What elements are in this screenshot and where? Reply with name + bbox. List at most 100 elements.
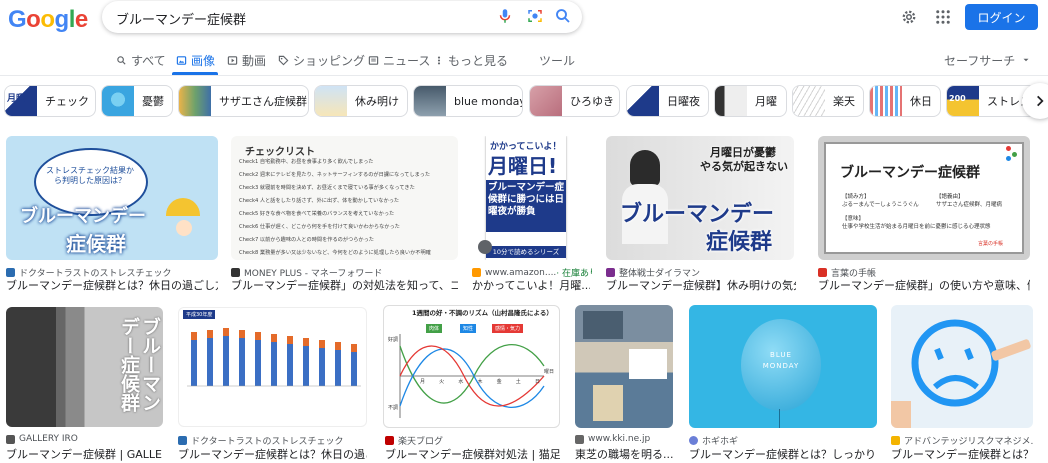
image-icon: [176, 55, 187, 65]
chip-monday[interactable]: 月曜: [714, 85, 787, 117]
chip-rakuten[interactable]: 楽天: [792, 85, 864, 117]
marker-dot-icon: [1006, 146, 1011, 151]
result-image-4[interactable]: 月曜日が憂鬱 やる気が起きない ブルーマンデー 症候群: [606, 136, 794, 260]
result-title-7[interactable]: ブルーマンデー症候群とは？休日の過ご...: [178, 446, 367, 462]
favicon-icon: [472, 268, 481, 277]
sad-face-drawing-icon: [891, 319, 1031, 428]
reading-text: ぶるーまんでーしょうこうぐん: [842, 202, 919, 208]
result-image-9[interactable]: [575, 305, 673, 428]
marker-dot-icon: [1006, 156, 1011, 161]
favicon-icon: [178, 436, 187, 445]
result-image-2[interactable]: チェックリスト Check1 自宅勤務中、お昼を食事より多く飲んでしまった Ch…: [231, 136, 458, 260]
tab-all-label: すべて: [131, 53, 166, 68]
thumb-headline: ブルーマンデー: [20, 206, 146, 227]
result-source-9: www.kki.ne.jp: [575, 434, 673, 444]
tab-all[interactable]: すべて: [116, 50, 166, 70]
settings-gear-icon[interactable]: [900, 8, 918, 26]
chip-sazae-syndrome[interactable]: サザエさん症候群: [178, 85, 309, 117]
weekday-label: 土: [515, 379, 521, 385]
search-icon[interactable]: [554, 7, 572, 25]
result-image-11[interactable]: [891, 305, 1033, 428]
result-title-8[interactable]: ブルーマンデー症候群対処法 | 猫足...: [385, 446, 560, 462]
result-image-8[interactable]: 1週間の好・不調のリズム（山村昌隆氏による） 肉体 知性 感情・気力 好調 不調…: [383, 305, 560, 428]
thumb-headline: ブルーマンデー症候群: [118, 317, 161, 412]
apps-grid-icon[interactable]: [934, 8, 952, 26]
weekday-label: 日: [534, 379, 540, 385]
checklist-item: Check1 自宅勤務中、お昼を食事より多く飲んでしまった: [239, 159, 374, 165]
tab-videos[interactable]: 動画: [227, 50, 266, 70]
chip-check[interactable]: 月曜日! チェック: [4, 85, 96, 117]
result-image-10[interactable]: BLUE MONDAY: [689, 305, 877, 428]
thumb-headline: ブルーマンデー症候群: [840, 165, 980, 181]
meaning-label: 【意味】: [842, 216, 865, 222]
tab-news[interactable]: ニュース: [368, 50, 430, 70]
result-image-3[interactable]: かかってこいよ！ 月曜日! ブルーマンデー症候群に勝つには日曜夜が勝負 10分で…: [472, 136, 578, 260]
favicon-icon: [231, 268, 240, 277]
result-image-5[interactable]: ブルーマンデー症候群 【読み方】 ぶるーまんでーしょうこうぐん 【語義由】 サザ…: [818, 136, 1030, 260]
weekday-label: 月: [420, 379, 426, 385]
tab-more-label: もっと見る: [448, 53, 509, 68]
chip-thumbnail: 月曜日!: [5, 86, 37, 116]
source-label: www.amazon....: [485, 267, 557, 278]
chip-label: 楽天: [833, 95, 855, 108]
checklist-item: Check5 好きな食べ物を食べて栄養のバランスを考えていなかった: [239, 211, 395, 217]
tab-images-label: 画像: [191, 53, 216, 68]
result-title-11[interactable]: ブルーマンデー症候群とは？考...: [891, 446, 1033, 462]
result-image-6[interactable]: ブルーマンデー症候群: [6, 307, 163, 427]
chip-sunday-night[interactable]: 日曜夜: [626, 85, 709, 117]
checklist-item: Check7 以前から趣味の人との時間を作るのがつらかった: [239, 237, 374, 243]
result-title-5[interactable]: ブルーマンデー症候群」の使い方や意味、例...: [818, 277, 1030, 293]
chip-after-holiday[interactable]: 休み明け: [314, 85, 408, 117]
checklist-item: Check4 人と話をしたり話さず、外に出ず、体を動かしていなかった: [239, 198, 400, 204]
rhythm-wave-thumbnail: [399, 334, 545, 418]
meaning-text: 仕事や学校生活が始まる月曜日を前に憂鬱に感じる心理状態: [842, 224, 991, 230]
photo-block: [583, 311, 623, 339]
balloon-string: [779, 409, 780, 428]
result-title-2[interactable]: ブルーマンデー症候群」の対処法を知って、コ...: [231, 277, 458, 293]
tab-shopping-label: ショッピング: [293, 53, 366, 68]
lens-camera-icon[interactable]: [526, 7, 544, 25]
result-title-6[interactable]: ブルーマンデー症候群 | GALLER...: [6, 446, 163, 462]
login-button[interactable]: ログイン: [965, 4, 1038, 30]
chip-label: 休み明け: [355, 95, 399, 108]
result-title-3[interactable]: かかってこいよ！月曜...: [472, 277, 590, 293]
tag-icon: [278, 55, 289, 65]
favicon-icon: [606, 268, 615, 277]
thumb-band: 10分で読めるシリーズ: [486, 246, 566, 258]
result-image-7[interactable]: 平成30年度: [178, 307, 367, 427]
chip-melancholy[interactable]: 憂鬱: [101, 85, 173, 117]
character-illustration: [176, 220, 192, 236]
search-icon: [117, 55, 126, 65]
favicon-icon: [6, 434, 15, 444]
favicon-icon: [385, 436, 394, 445]
result-image-1[interactable]: ストレスチェック結果から判明した原因は？ ブルーマンデー 症候群: [6, 136, 218, 260]
result-title-1[interactable]: ブルーマンデー症候群とは？休日の過ごし方...: [6, 277, 218, 293]
chip-thumbnail: [793, 86, 825, 116]
origin-text: サザエさん症候群、月曜病: [936, 202, 1003, 208]
tab-shopping[interactable]: ショッピング: [278, 50, 365, 70]
brand-text: 言葉の手帳: [978, 241, 1004, 247]
reading-label: 【読み方】: [842, 194, 870, 200]
umbrella-illustration: [166, 198, 200, 216]
chip-label: blue monday: [454, 94, 523, 108]
tools-button[interactable]: ツール: [539, 50, 575, 70]
chip-thumbnail: [530, 86, 562, 116]
tab-news-label: ニュース: [383, 53, 431, 68]
microphone-icon[interactable]: [496, 7, 514, 25]
source-label: www.kki.ne.jp: [588, 434, 651, 444]
book-badge-icon: [478, 240, 492, 254]
chip-holiday[interactable]: 休日: [869, 85, 941, 117]
google-logo[interactable]: Google: [8, 6, 88, 34]
chip-blue-monday[interactable]: blue monday: [413, 85, 523, 117]
result-title-4[interactable]: ブルーマンデー症候群】休み明けの気分...: [606, 277, 796, 293]
chip-thumbnail: [870, 86, 902, 116]
search-input[interactable]: ブルーマンデー症候群: [116, 9, 246, 28]
result-title-9[interactable]: 東芝の職場を明る...: [575, 446, 673, 462]
tab-more[interactable]: もっと見る: [434, 50, 508, 70]
result-title-10[interactable]: ブルーマンデー症候群とは？しっかり...: [689, 446, 877, 462]
tab-images[interactable]: 画像: [176, 50, 215, 70]
chip-thumbnail: [414, 86, 446, 116]
chip-hiroyuki[interactable]: ひろゆき: [529, 85, 620, 117]
safesearch-menu[interactable]: セーフサーチ: [944, 50, 1031, 70]
dropdown-arrow-icon: [1023, 58, 1029, 62]
